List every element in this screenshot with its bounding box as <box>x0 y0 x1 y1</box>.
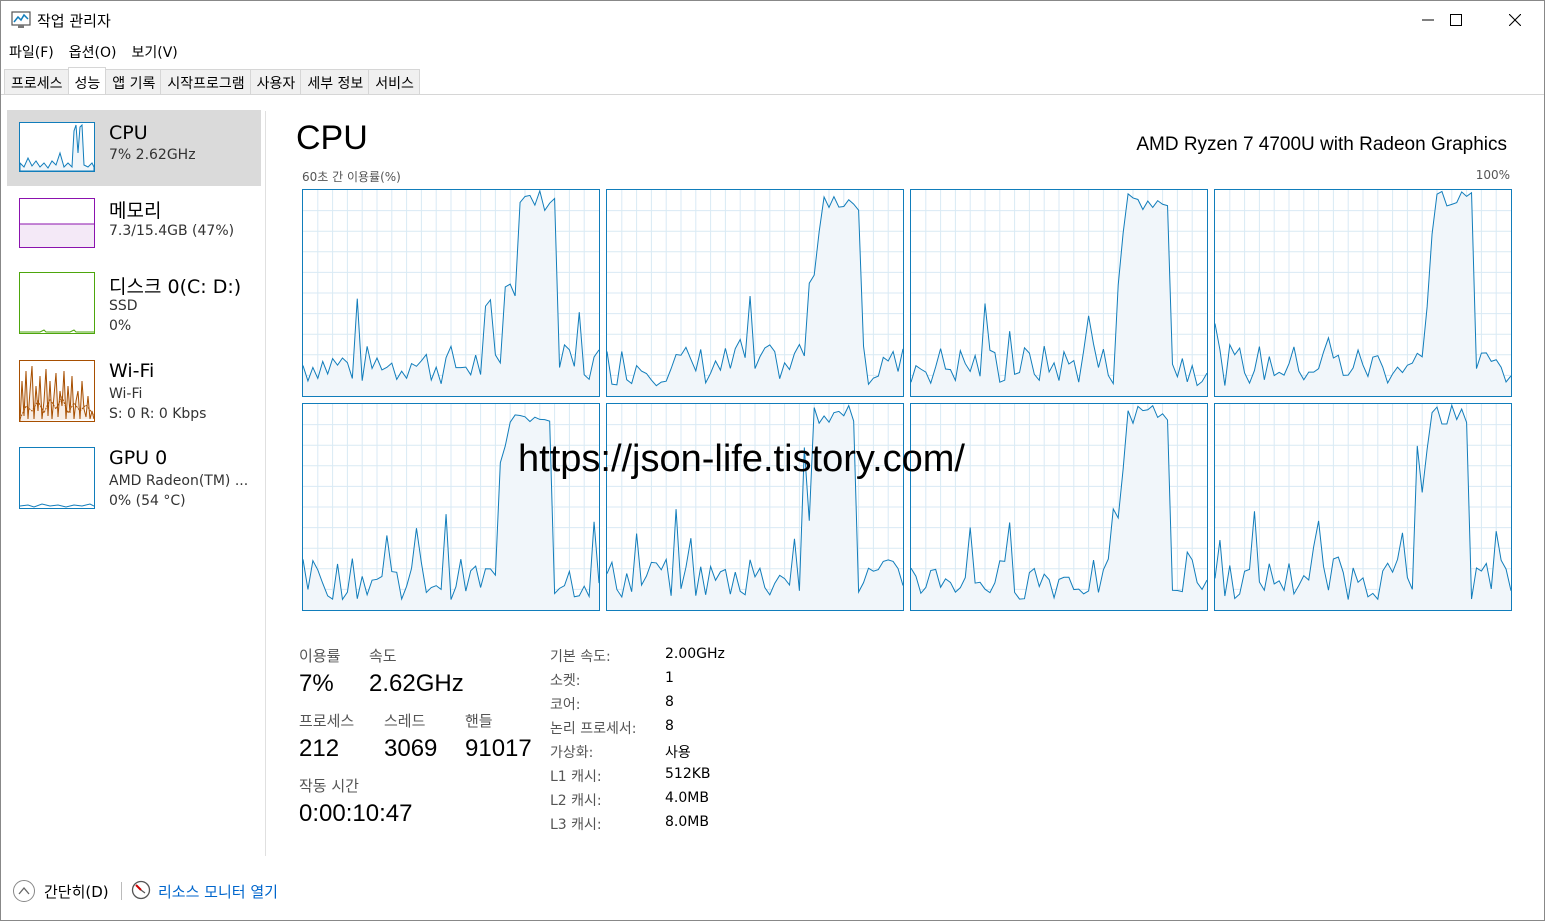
footer-bar: 간단히(D) 리소스 모니터 열기 <box>1 874 1544 906</box>
processes-value: 212 <box>299 735 340 762</box>
task-manager-icon <box>11 11 31 28</box>
sidebar-memory-usage: 7.3/15.4GB (47%) <box>109 223 235 239</box>
logical-processor-graph <box>910 403 1208 611</box>
logical-processor-graph <box>910 189 1208 397</box>
info-key-l1-cache: L1 캐시: <box>550 769 602 785</box>
menu-bar: 파일(F) 옵션(O) 보기(V) <box>1 39 185 63</box>
speed-value: 2.62GHz <box>369 670 464 697</box>
handles-value: 91017 <box>465 735 532 762</box>
uptime-label: 작동 시간 <box>299 777 359 795</box>
utilization-value: 7% <box>299 670 334 697</box>
sidebar-gpu-usage: 0% (54 °C) <box>109 493 186 509</box>
sidebar-item-wifi[interactable]: Wi-Fi Wi-Fi S: 0 R: 0 Kbps <box>7 350 261 426</box>
sidebar-memory-title: 메모리 <box>109 200 162 222</box>
sidebar-wifi-throughput: S: 0 R: 0 Kbps <box>109 406 207 422</box>
logical-processor-graph <box>302 189 600 397</box>
handles-label: 핸들 <box>465 712 493 730</box>
tab-performance[interactable]: 성능 <box>67 67 107 95</box>
tab-strip: 프로세스 성능 앱 기록 시작프로그램 사용자 세부 정보 서비스 <box>4 67 420 95</box>
logical-processor-graph <box>1214 403 1512 611</box>
chevron-up-icon[interactable] <box>13 880 35 902</box>
graph-max-label: 100% <box>1475 168 1510 182</box>
sidebar-wifi-title: Wi-Fi <box>109 360 155 382</box>
tab-details[interactable]: 세부 정보 <box>300 69 370 95</box>
tab-app-history[interactable]: 앱 기록 <box>105 69 162 95</box>
logical-processor-graph <box>302 403 600 611</box>
utilization-label: 이용률 <box>299 647 341 665</box>
page-title: CPU <box>296 119 368 157</box>
close-button[interactable] <box>1486 1 1544 39</box>
info-key-logical-processors: 논리 프로세서: <box>550 721 637 737</box>
info-key-l2-cache: L2 캐시: <box>550 793 602 809</box>
sidebar-cpu-usage: 7% 2.62GHz <box>109 147 196 163</box>
sidebar-wifi-adapter: Wi-Fi <box>109 386 143 402</box>
gpu-mini-graph <box>19 447 95 509</box>
info-value-sockets: 1 <box>665 670 674 686</box>
close-icon <box>1509 14 1521 26</box>
memory-mini-graph <box>19 198 95 248</box>
graph-axis-label: 60초 간 이용률(%) <box>302 170 401 184</box>
info-value-l2-cache: 4.0MB <box>665 790 709 806</box>
info-key-cores: 코어: <box>550 697 581 713</box>
sidebar-disk-title: 디스크 0(C: D:) <box>109 276 242 298</box>
info-value-l3-cache: 8.0MB <box>665 814 709 830</box>
logical-processor-graph <box>1214 189 1512 397</box>
sidebar-gpu-title: GPU 0 <box>109 447 168 469</box>
cpu-mini-graph <box>19 122 95 172</box>
window-title: 작업 관리자 <box>37 12 111 30</box>
sidebar-item-memory[interactable]: 메모리 7.3/15.4GB (47%) <box>7 186 261 262</box>
menu-options[interactable]: 옵션(O) <box>61 39 124 63</box>
info-key-virtualization: 가상화: <box>550 745 594 761</box>
speed-label: 속도 <box>369 647 397 665</box>
resource-monitor-icon[interactable] <box>131 880 151 900</box>
info-key-sockets: 소켓: <box>550 673 581 689</box>
sidebar-item-cpu[interactable]: CPU 7% 2.62GHz <box>7 110 261 186</box>
info-key-l3-cache: L3 캐시: <box>550 817 602 833</box>
cpu-model-name: AMD Ryzen 7 4700U with Radeon Graphics <box>1136 134 1507 155</box>
open-resource-monitor-link[interactable]: 리소스 모니터 열기 <box>158 881 278 902</box>
tab-users[interactable]: 사용자 <box>249 69 302 95</box>
threads-value: 3069 <box>384 735 438 762</box>
footer-divider <box>121 882 122 900</box>
info-value-virtualization: 사용 <box>665 745 691 761</box>
wifi-mini-graph <box>19 360 95 422</box>
tab-startup[interactable]: 시작프로그램 <box>160 69 251 95</box>
tab-processes[interactable]: 프로세스 <box>4 69 69 95</box>
info-value-logical-processors: 8 <box>665 718 674 734</box>
menu-view[interactable]: 보기(V) <box>123 39 184 63</box>
tab-services[interactable]: 서비스 <box>368 69 420 95</box>
fewer-details-button[interactable]: 간단히(D) <box>44 881 109 902</box>
sidebar-gpu-model: AMD Radeon(TM) ... <box>109 473 249 489</box>
tab-divider <box>1 94 1544 95</box>
sidebar-item-gpu[interactable]: GPU 0 AMD Radeon(TM) ... 0% (54 °C) <box>7 437 261 513</box>
info-value-l1-cache: 512KB <box>665 766 711 782</box>
task-manager-window: 작업 관리자 파일(F) 옵션(O) 보기(V) 프로세스 성능 앱 기록 시작… <box>0 0 1545 921</box>
maximize-icon <box>1450 14 1462 26</box>
sidebar-divider <box>265 111 266 856</box>
sidebar-disk-usage: 0% <box>109 318 132 334</box>
menu-file[interactable]: 파일(F) <box>1 39 61 63</box>
disk-mini-graph <box>19 272 95 334</box>
info-value-base-speed: 2.00GHz <box>665 646 725 662</box>
sidebar-cpu-title: CPU <box>109 122 148 144</box>
uptime-value: 0:00:10:47 <box>299 800 413 827</box>
logical-processor-graph <box>606 189 904 397</box>
processes-label: 프로세스 <box>299 712 355 730</box>
sidebar-item-disk[interactable]: 디스크 0(C: D:) SSD 0% <box>7 262 261 338</box>
threads-label: 스레드 <box>384 712 426 730</box>
title-bar[interactable]: 작업 관리자 <box>1 1 1544 39</box>
logical-processor-graph <box>606 403 904 611</box>
info-value-cores: 8 <box>665 694 674 710</box>
info-key-base-speed: 기본 속도: <box>550 649 611 665</box>
sidebar-disk-type: SSD <box>109 298 138 314</box>
watermark-text: https://json-life.tistory.com/ <box>518 438 965 480</box>
maximize-button[interactable] <box>1427 1 1485 39</box>
